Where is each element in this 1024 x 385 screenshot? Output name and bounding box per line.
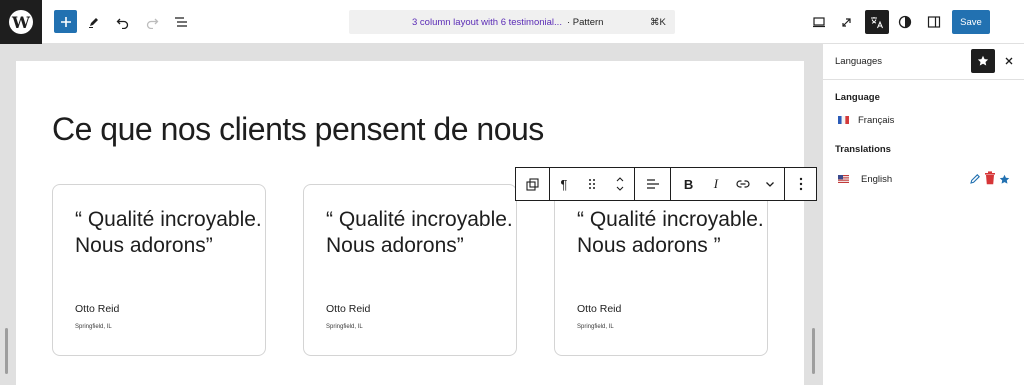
half-circle-icon — [898, 15, 912, 29]
wordpress-icon: W — [9, 10, 33, 34]
testimonial-author[interactable]: Otto Reid — [326, 303, 370, 315]
block-options-button[interactable] — [789, 172, 813, 196]
drag-handle-icon — [589, 179, 595, 189]
block-toolbar-group-parent — [515, 167, 550, 201]
star-icon — [977, 55, 989, 66]
testimonial-author[interactable]: Otto Reid — [75, 303, 119, 315]
bold-button[interactable]: B — [678, 172, 699, 196]
command-bar-title: 3 column layout with 6 testimonial... — [412, 16, 562, 28]
languages-sidebar: Languages Language Français Translations… — [822, 44, 1024, 385]
wordpress-logo-button[interactable]: W — [0, 0, 42, 44]
link-button[interactable] — [733, 172, 754, 196]
desktop-icon — [813, 17, 825, 28]
favorite-translation-button[interactable] — [999, 172, 1011, 184]
command-shortcut: ⌘K — [650, 16, 666, 28]
select-parent-button[interactable] — [521, 172, 545, 196]
page-heading[interactable]: Ce que nos clients pensent de nous — [52, 111, 544, 148]
command-bar[interactable]: 3 column layout with 6 testimonial... · … — [349, 10, 675, 34]
paragraph-icon: ¶ — [560, 176, 568, 192]
translations-heading: Translations — [835, 144, 891, 155]
sidebar-header: Languages — [823, 44, 1024, 80]
view-site-button[interactable] — [835, 10, 859, 34]
italic-icon: I — [713, 176, 719, 191]
editor-canvas[interactable]: Ce que nos clients pensent de nous “ Qua… — [16, 61, 804, 385]
block-toolbar-group-format: B I — [671, 167, 785, 201]
block-toolbar-group-align — [635, 167, 671, 201]
testimonial-author[interactable]: Otto Reid — [577, 303, 621, 315]
pencil-icon — [89, 18, 98, 28]
drag-handle[interactable] — [581, 172, 603, 196]
testimonial-quote[interactable]: “ Qualité incroyable. Nous adorons ” — [577, 207, 767, 258]
star-icon — [999, 174, 1010, 184]
sidebar-icon — [927, 16, 941, 28]
current-language: Français — [858, 115, 895, 126]
parent-block-icon — [526, 177, 539, 191]
bold-icon: B — [683, 176, 694, 192]
translate-icon — [871, 17, 883, 29]
testimonial-card[interactable]: “ Qualité incroyable. Nous adorons” Otto… — [303, 184, 517, 356]
testimonial-card[interactable]: “ Qualité incroyable. Nous adorons” Otto… — [52, 184, 266, 356]
move-up-down-button[interactable] — [609, 172, 631, 196]
close-sidebar-button[interactable] — [1000, 52, 1018, 70]
preview-button[interactable] — [807, 10, 831, 34]
french-flag-icon — [838, 116, 849, 124]
save-button[interactable]: Save — [952, 10, 990, 34]
tools-button[interactable] — [82, 10, 106, 34]
undo-button[interactable] — [111, 10, 135, 34]
list-view-icon — [175, 17, 187, 27]
redo-button[interactable] — [140, 10, 164, 34]
translation-language: English — [861, 174, 893, 185]
redo-icon — [146, 18, 159, 29]
testimonial-quote[interactable]: “ Qualité incroyable. Nous adorons” — [75, 207, 265, 258]
testimonial-location[interactable]: Springfield, IL — [75, 324, 112, 330]
editor-canvas-area: Ce que nos clients pensent de nous “ Qua… — [0, 44, 822, 385]
us-flag-icon — [838, 175, 849, 183]
chevron-up-down-icon — [616, 177, 624, 191]
pin-sidebar-button[interactable] — [971, 49, 995, 73]
more-formats-button[interactable] — [760, 172, 781, 196]
testimonial-card[interactable]: “ Qualité incroyable. Nous adorons ” Ott… — [554, 184, 768, 356]
block-toolbar-group-options — [785, 167, 817, 201]
block-toolbar: ¶ B I — [515, 167, 817, 201]
testimonial-location[interactable]: Springfield, IL — [577, 324, 614, 330]
languages-panel-button[interactable] — [865, 10, 889, 34]
chevron-down-icon — [766, 182, 775, 187]
command-bar-kind: · Pattern — [567, 16, 604, 28]
delete-translation-button[interactable] — [984, 171, 997, 186]
block-toolbar-group-block: ¶ — [550, 167, 635, 201]
more-vertical-icon — [799, 177, 802, 191]
testimonial-quote[interactable]: “ Qualité incroyable. Nous adorons” — [326, 207, 516, 258]
link-icon — [736, 180, 750, 188]
resize-handle-right[interactable] — [812, 328, 815, 374]
italic-button[interactable]: I — [705, 172, 726, 196]
edit-translation-button[interactable] — [969, 172, 981, 186]
sidebar-title: Languages — [835, 56, 883, 67]
document-overview-button[interactable] — [169, 10, 193, 34]
block-type-button[interactable]: ¶ — [553, 172, 575, 196]
external-arrow-icon — [842, 18, 851, 27]
language-heading: Language — [835, 92, 880, 103]
editor-top-toolbar: W 3 column layout with 6 testimonial... … — [0, 0, 1024, 44]
resize-handle-left[interactable] — [5, 328, 8, 374]
plus-icon — [60, 16, 71, 27]
settings-panel-button[interactable] — [922, 10, 946, 34]
pencil-icon — [970, 174, 980, 184]
align-text-button[interactable] — [641, 172, 665, 196]
styles-button[interactable] — [893, 10, 917, 34]
undo-icon — [116, 18, 129, 29]
close-icon — [1005, 57, 1013, 65]
align-left-icon — [646, 179, 659, 189]
testimonial-location[interactable]: Springfield, IL — [326, 324, 363, 330]
trash-icon — [985, 171, 995, 185]
add-block-button[interactable] — [54, 10, 77, 33]
